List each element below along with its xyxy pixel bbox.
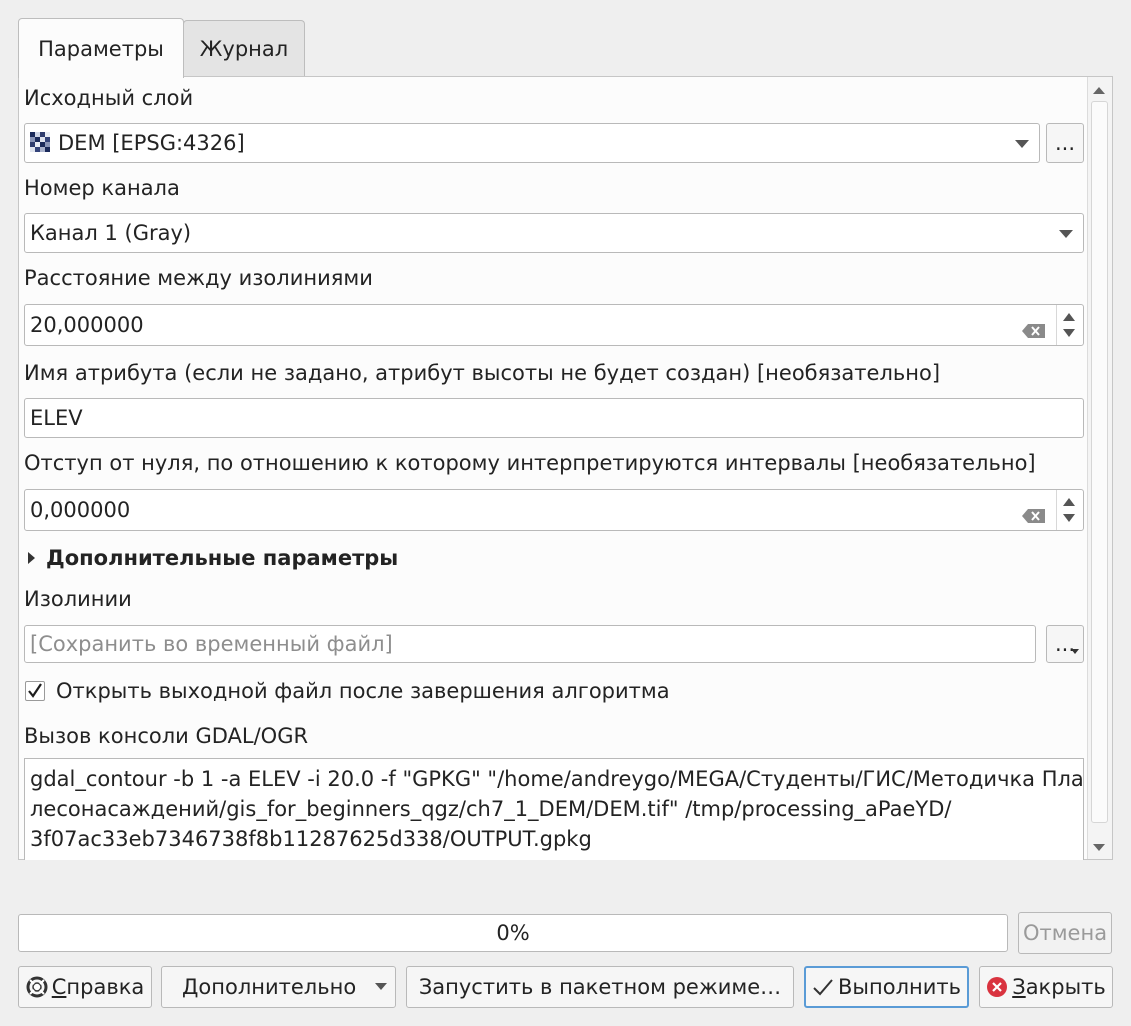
output-file-input[interactable]: [Сохранить во временный файл] bbox=[24, 625, 1036, 663]
advanced-parameters-toggle[interactable]: Дополнительные параметры bbox=[46, 546, 398, 570]
cancel-button-label: Отмена bbox=[1022, 921, 1108, 945]
console-label: Вызов консоли GDAL/OGR bbox=[24, 724, 309, 748]
console-line: лесонасаждений/gis_for_beginners_qgz/ch7… bbox=[30, 797, 952, 821]
tab-parameters[interactable]: Параметры bbox=[18, 18, 184, 78]
browse-button-label: ... bbox=[1054, 131, 1076, 155]
band-label: Номер канала bbox=[24, 176, 180, 200]
chevron-down-icon bbox=[1059, 230, 1073, 238]
advanced-button-label: Дополнительно bbox=[182, 975, 357, 999]
help-button-label: Справка bbox=[52, 975, 145, 999]
output-browse-button[interactable]: ... bbox=[1046, 625, 1084, 663]
console-line: gdal_contour -b 1 -a ELEV -i 20.0 -f "GP… bbox=[30, 767, 1084, 791]
close-label-rest: акрыть bbox=[1025, 975, 1106, 999]
console-line: 3f07ac33eb7346738f8b11287625d338/OUTPUT.… bbox=[30, 827, 592, 851]
close-icon bbox=[986, 976, 1008, 998]
spin-up-icon[interactable] bbox=[1063, 313, 1075, 321]
input-layer-combo[interactable]: DEM [EPSG:4326] bbox=[24, 123, 1040, 163]
input-layer-browse-button[interactable]: ... bbox=[1046, 123, 1084, 163]
band-value: Канал 1 (Gray) bbox=[30, 221, 192, 245]
close-button[interactable]: Закрыть bbox=[979, 966, 1113, 1008]
tab-log-label: Журнал bbox=[199, 36, 289, 61]
run-button-label: Выполнить bbox=[838, 975, 961, 999]
input-layer-label: Исходный слой bbox=[24, 86, 194, 110]
scrollbar-thumb[interactable] bbox=[1091, 101, 1108, 823]
interval-label: Расстояние между изолиниями bbox=[24, 266, 373, 290]
input-layer-value: DEM [EPSG:4326] bbox=[58, 131, 245, 155]
clear-icon[interactable] bbox=[1022, 504, 1046, 528]
open-output-checkbox[interactable] bbox=[25, 681, 45, 701]
output-label: Изолинии bbox=[24, 587, 132, 611]
chevron-down-icon bbox=[1071, 649, 1079, 654]
check-icon bbox=[812, 976, 834, 998]
progress-bar: 0% bbox=[18, 914, 1008, 952]
chevron-down-icon bbox=[1015, 140, 1029, 148]
output-placeholder: [Сохранить во временный файл] bbox=[30, 632, 393, 656]
tab-log[interactable]: Журнал bbox=[183, 20, 305, 76]
chevron-down-icon bbox=[375, 983, 387, 990]
vertical-scrollbar[interactable] bbox=[1087, 77, 1112, 859]
spin-buttons[interactable] bbox=[1056, 490, 1083, 530]
progress-text: 0% bbox=[496, 921, 530, 945]
spin-buttons[interactable] bbox=[1056, 305, 1083, 345]
help-lifebuoy-icon bbox=[26, 976, 48, 998]
raster-layer-icon bbox=[30, 132, 52, 154]
interval-value: 20,000000 bbox=[30, 313, 144, 337]
offset-spinbox[interactable]: 0,000000 bbox=[24, 489, 1084, 531]
console-command-text[interactable]: gdal_contour -b 1 -a ELEV -i 20.0 -f "GP… bbox=[24, 758, 1084, 860]
band-combo[interactable]: Канал 1 (Gray) bbox=[24, 213, 1084, 253]
batch-mode-button[interactable]: Запустить в пакетном режиме… bbox=[406, 966, 794, 1008]
help-mnemonic: С bbox=[51, 975, 67, 999]
offset-value: 0,000000 bbox=[30, 498, 131, 522]
clear-icon[interactable] bbox=[1022, 319, 1046, 343]
tab-parameters-label: Параметры bbox=[38, 36, 164, 61]
attribute-label: Имя атрибута (если не задано, атрибут вы… bbox=[24, 361, 941, 385]
advanced-menu-button[interactable]: Дополнительно bbox=[161, 966, 396, 1008]
help-label-rest: правка bbox=[66, 975, 145, 999]
spin-up-icon[interactable] bbox=[1063, 498, 1075, 506]
close-mnemonic: З bbox=[1012, 975, 1026, 999]
cancel-button[interactable]: Отмена bbox=[1018, 912, 1112, 954]
help-button[interactable]: Справка bbox=[18, 966, 152, 1008]
attribute-value: ELEV bbox=[30, 406, 83, 430]
run-button[interactable]: Выполнить bbox=[804, 966, 969, 1008]
attribute-input[interactable]: ELEV bbox=[24, 398, 1084, 438]
spin-down-icon[interactable] bbox=[1063, 514, 1075, 522]
open-output-label: Открыть выходной файл после завершения а… bbox=[56, 679, 670, 703]
offset-label: Отступ от нуля, по отношению к которому … bbox=[24, 451, 1036, 475]
scroll-up-icon[interactable] bbox=[1093, 87, 1105, 94]
scroll-down-icon[interactable] bbox=[1093, 844, 1105, 851]
expand-arrow-icon[interactable] bbox=[28, 552, 35, 564]
spin-down-icon[interactable] bbox=[1063, 329, 1075, 337]
checkmark-icon bbox=[28, 683, 42, 698]
close-button-label: Закрыть bbox=[1012, 975, 1106, 999]
batch-button-label: Запустить в пакетном режиме… bbox=[418, 975, 782, 999]
interval-spinbox[interactable]: 20,000000 bbox=[24, 304, 1084, 346]
